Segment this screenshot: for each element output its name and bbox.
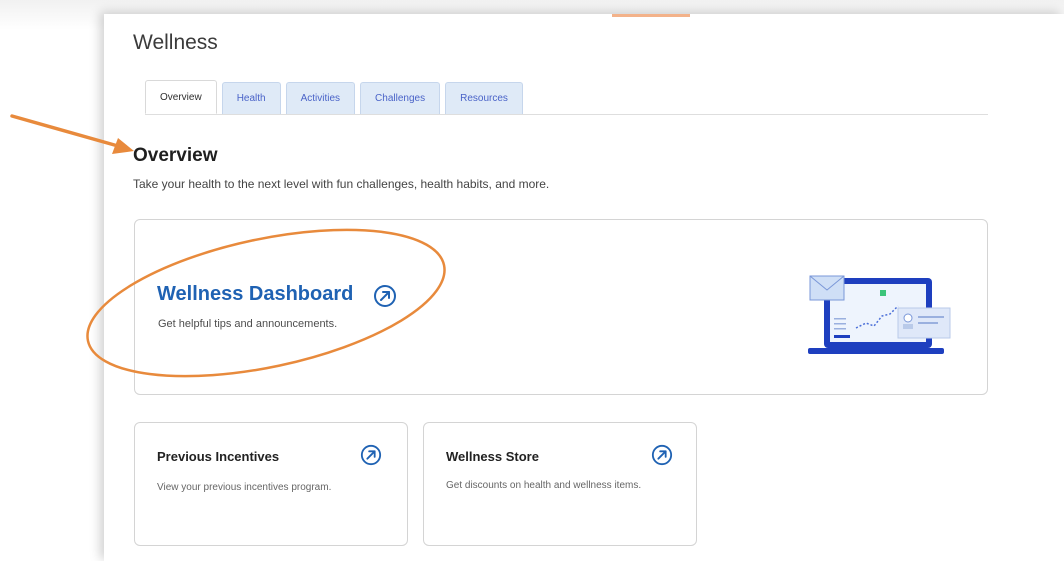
tab-activities[interactable]: Activities — [285, 82, 356, 114]
tab-overview[interactable]: Overview — [145, 80, 217, 114]
wellness-store-description: Get discounts on health and wellness ite… — [446, 480, 642, 491]
external-link-circle-icon[interactable] — [360, 444, 382, 466]
annotation-arrow-icon — [10, 114, 134, 154]
tab-resources[interactable]: Resources — [445, 82, 523, 114]
annotation-ellipse-icon — [86, 228, 446, 378]
tab-health[interactable]: Health — [221, 82, 281, 114]
wellness-store-title[interactable]: Wellness Store — [446, 449, 539, 464]
section-title: Overview — [133, 145, 218, 166]
previous-incentives-title[interactable]: Previous Incentives — [157, 449, 279, 464]
tab-divider — [145, 114, 988, 115]
tab-bar: Overview Health Activities Challenges Re… — [145, 80, 523, 114]
tab-challenges[interactable]: Challenges — [360, 82, 441, 114]
section-description: Take your health to the next level with … — [133, 177, 550, 191]
external-link-circle-icon[interactable] — [651, 444, 673, 466]
top-accent-bar — [612, 14, 690, 17]
previous-incentives-description: View your previous incentives program. — [157, 482, 332, 493]
dashboard-illustration-icon — [808, 275, 951, 354]
page-title: Wellness — [133, 31, 218, 54]
